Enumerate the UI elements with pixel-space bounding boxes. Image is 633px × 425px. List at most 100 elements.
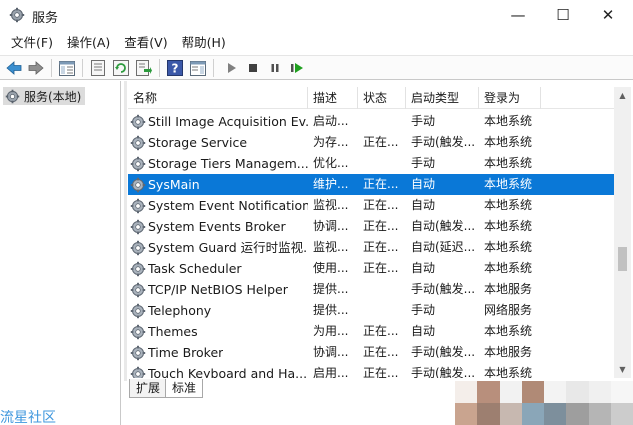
service-log-on-as: 本地系统 xyxy=(484,198,533,212)
service-status: 正在... xyxy=(363,219,399,233)
service-description: 维护... xyxy=(313,177,349,191)
back-arrow-icon[interactable] xyxy=(5,59,23,77)
start-service-icon[interactable] xyxy=(222,59,240,77)
service-name-cell: Touch Keyboard and Ha... xyxy=(128,363,308,378)
menu-file[interactable]: 文件(F) xyxy=(4,33,60,53)
service-row[interactable]: System Guard 运行时监视... 监视... 正在... 自动(延迟... 本… xyxy=(128,237,614,258)
service-startup-type: 手动 xyxy=(411,114,436,128)
service-row[interactable]: Time Broker 协调... 正在... 手动(触发... 本地服务 xyxy=(128,342,614,363)
service-startup-type: 自动 xyxy=(411,177,436,191)
service-description: 启用... xyxy=(313,366,349,378)
service-startup-type: 手动 xyxy=(411,303,436,317)
column-header-name[interactable]: 名称 xyxy=(128,87,308,109)
minimize-button[interactable]: — xyxy=(495,0,541,30)
column-header-status[interactable]: 状态 xyxy=(358,87,406,109)
service-gear-icon xyxy=(130,345,148,361)
service-name: Still Image Acquisition Ev... xyxy=(148,114,308,129)
forward-arrow-icon[interactable] xyxy=(27,59,45,77)
service-log-on-as: 本地系统 xyxy=(484,366,533,378)
list-header: 名称 描述 状态 启动类型 登录为 xyxy=(128,87,614,109)
service-log-on-as: 本地系统 xyxy=(484,219,533,233)
maximize-button[interactable]: ☐ xyxy=(540,0,586,30)
tab-standard[interactable]: 标准 xyxy=(165,379,204,398)
service-name-cell: System Guard 运行时监视... xyxy=(128,237,308,258)
service-description: 协调... xyxy=(313,219,349,233)
service-description: 优化... xyxy=(313,156,349,170)
service-row[interactable]: TCP/IP NetBIOS Helper 提供... 手动(触发... 本地服务 xyxy=(128,279,614,300)
tab-extended[interactable]: 扩展 xyxy=(129,379,168,398)
window-title: 服务 xyxy=(32,11,59,26)
scrollbar-thumb[interactable] xyxy=(618,247,627,271)
service-row[interactable]: System Event Notification... 监视... 正在... 自动… xyxy=(128,195,614,216)
vertical-scrollbar[interactable]: ▲ ▼ xyxy=(614,87,631,378)
service-row[interactable]: Still Image Acquisition Ev... 启动... 手动 本地系统 xyxy=(128,111,614,132)
service-log-on-as: 本地服务 xyxy=(484,345,533,359)
service-log-on-as: 本地系统 xyxy=(484,261,533,275)
tree-item-label: 服务(本地) xyxy=(24,89,82,104)
service-gear-icon xyxy=(130,261,148,277)
toolbar-separator xyxy=(213,59,214,77)
service-status xyxy=(358,279,406,300)
service-status: 正在... xyxy=(363,177,399,191)
services-list-pane: 名称 描述 状态 启动类型 登录为 Still Image Acquisitio… xyxy=(124,81,633,425)
service-status xyxy=(358,300,406,321)
service-status: 正在... xyxy=(363,135,399,149)
service-row[interactable]: Storage Service 为存... 正在... 手动(触发... 本地系统 xyxy=(128,132,614,153)
service-row[interactable]: System Events Broker 协调... 正在... 自动(触发... 本地… xyxy=(128,216,614,237)
tree-item-services-local[interactable]: 服务(本地) xyxy=(3,87,85,105)
service-row[interactable]: Telephony 提供... 手动 网络服务 xyxy=(128,300,614,321)
toolbar: ? xyxy=(0,55,633,80)
service-startup-type: 自动 xyxy=(411,324,436,338)
title-bar: 服务 — ☐ ✕ xyxy=(0,0,633,31)
service-name: SysMain xyxy=(148,177,200,192)
service-description: 协调... xyxy=(313,345,349,359)
service-log-on-as: 本地系统 xyxy=(484,156,533,170)
service-row[interactable]: Storage Tiers Managem... 优化... 手动 本地系统 xyxy=(128,153,614,174)
list-body: Still Image Acquisition Ev... 启动... 手动 本地系统… xyxy=(128,111,614,378)
properties-icon[interactable] xyxy=(89,59,107,77)
console-tree: 服务(本地) xyxy=(0,81,121,425)
service-status: 正在... xyxy=(363,198,399,212)
menu-view[interactable]: 查看(V) xyxy=(117,33,174,53)
column-header-log-on-as[interactable]: 登录为 xyxy=(479,87,541,109)
service-log-on-as: 本地系统 xyxy=(484,240,533,254)
menu-help[interactable]: 帮助(H) xyxy=(175,33,233,53)
service-row[interactable]: Touch Keyboard and Ha... 启用... 正在... 手动(触发.… xyxy=(128,363,614,378)
service-description: 监视... xyxy=(313,240,349,254)
pixelated-watermark xyxy=(455,381,633,425)
svg-text:?: ? xyxy=(172,62,179,76)
show-hide-tree-icon[interactable] xyxy=(58,59,76,77)
pause-service-icon[interactable] xyxy=(266,59,284,77)
service-startup-type: 手动(触发... xyxy=(411,345,476,359)
stop-service-icon[interactable] xyxy=(244,59,262,77)
column-header-description[interactable]: 描述 xyxy=(308,87,358,109)
export-list-icon[interactable] xyxy=(135,59,153,77)
service-name: Time Broker xyxy=(148,345,224,360)
close-button[interactable]: ✕ xyxy=(585,0,631,30)
service-name: System Event Notification... xyxy=(148,198,308,213)
service-name: TCP/IP NetBIOS Helper xyxy=(148,282,288,297)
service-row[interactable]: Task Scheduler 使用... 正在... 自动 本地系统 xyxy=(128,258,614,279)
service-startup-type: 手动 xyxy=(411,156,436,170)
service-row[interactable]: Themes 为用... 正在... 自动 本地系统 xyxy=(128,321,614,342)
service-gear-icon xyxy=(130,135,148,151)
help-icon[interactable]: ? xyxy=(166,59,184,77)
service-gear-icon xyxy=(130,219,148,235)
column-header-startup-type[interactable]: 启动类型 xyxy=(406,87,479,109)
scroll-up-arrow-icon[interactable]: ▲ xyxy=(614,87,631,104)
service-name: Telephony xyxy=(148,303,212,318)
service-status: 正在... xyxy=(363,324,399,338)
service-description: 使用... xyxy=(313,261,349,275)
scroll-down-arrow-icon[interactable]: ▼ xyxy=(614,361,631,378)
service-row[interactable]: SysMain 维护... 正在... 自动 本地系统 xyxy=(128,174,614,195)
service-description: 监视... xyxy=(313,198,349,212)
service-status: 正在... xyxy=(363,261,399,275)
show-hide-action-pane-icon[interactable] xyxy=(189,59,207,77)
restart-service-icon[interactable] xyxy=(288,59,306,77)
services-gear-icon xyxy=(5,89,20,103)
service-log-on-as: 本地系统 xyxy=(484,135,533,149)
menu-action[interactable]: 操作(A) xyxy=(60,33,117,53)
service-name-cell: Still Image Acquisition Ev... xyxy=(128,111,308,132)
refresh-icon[interactable] xyxy=(112,59,130,77)
toolbar-separator xyxy=(51,59,52,77)
